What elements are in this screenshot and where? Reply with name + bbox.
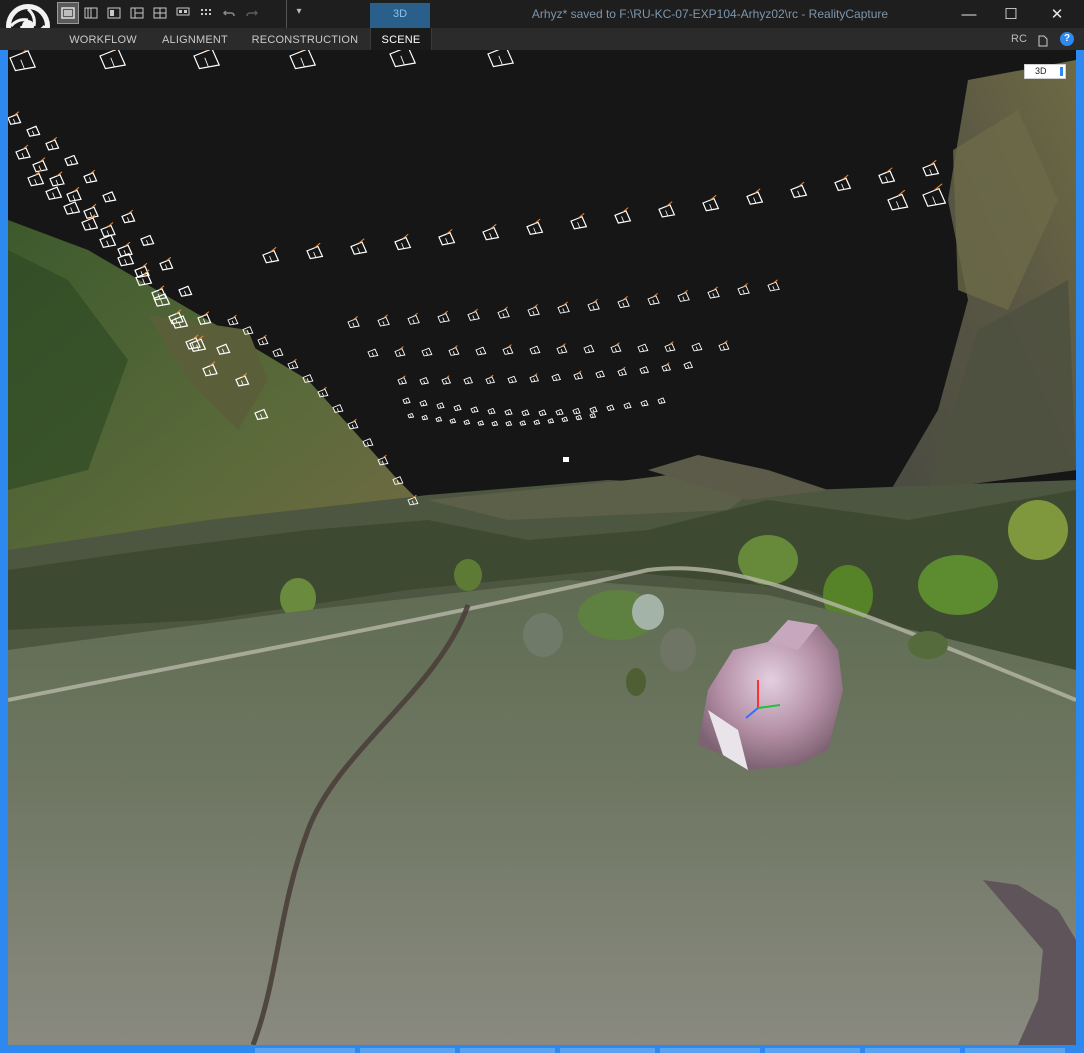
- window-title: Arhyz* saved to F:\RU-KC-07-EXP104-Arhyz…: [531, 7, 889, 21]
- status-segment: [560, 1048, 655, 1053]
- camera-marker[interactable]: [563, 457, 569, 462]
- status-segment: [460, 1048, 555, 1053]
- layout-toolbar: [57, 2, 262, 24]
- status-segment: [660, 1048, 760, 1053]
- layout-2-icon[interactable]: [81, 3, 101, 23]
- minimize-button[interactable]: —: [946, 0, 992, 28]
- status-segment: [360, 1048, 455, 1053]
- close-button[interactable]: ✕: [1034, 0, 1080, 28]
- status-segment: [765, 1048, 860, 1053]
- app-window: ▾ 3D Arhyz* saved to F:\RU-KC-07-EXP104-…: [0, 0, 1084, 1053]
- quick-access-dropdown[interactable]: ▾: [292, 6, 306, 20]
- tab-alignment[interactable]: ALIGNMENT: [152, 28, 238, 50]
- tab-reconstruction[interactable]: RECONSTRUCTION: [246, 28, 364, 50]
- context-tab-3d[interactable]: 3D: [370, 3, 430, 28]
- layout-grid-icon[interactable]: [150, 3, 170, 23]
- help-icon[interactable]: ?: [1060, 32, 1074, 46]
- undo-icon[interactable]: [219, 3, 239, 23]
- layout-3-icon[interactable]: [104, 3, 124, 23]
- layout-dots-icon[interactable]: [196, 3, 216, 23]
- status-segment: [255, 1048, 355, 1053]
- tab-scene[interactable]: SCENE: [370, 28, 432, 50]
- maximize-button[interactable]: ☐: [988, 0, 1034, 28]
- tab-workflow[interactable]: WORKFLOW: [60, 28, 146, 50]
- rc-label[interactable]: RC: [1011, 28, 1027, 50]
- layout-4-icon[interactable]: [127, 3, 147, 23]
- layout-split-icon[interactable]: [173, 3, 193, 23]
- status-segment: [865, 1048, 960, 1053]
- status-segment: [965, 1048, 1065, 1053]
- 3d-viewport[interactable]: 3D: [8, 50, 1076, 1045]
- scene-render: [8, 50, 1076, 1045]
- redo-icon[interactable]: [242, 3, 262, 23]
- view-mode-badge[interactable]: 3D: [1024, 64, 1066, 79]
- layout-1-icon[interactable]: [57, 2, 79, 24]
- toolbar-separator: [286, 0, 287, 28]
